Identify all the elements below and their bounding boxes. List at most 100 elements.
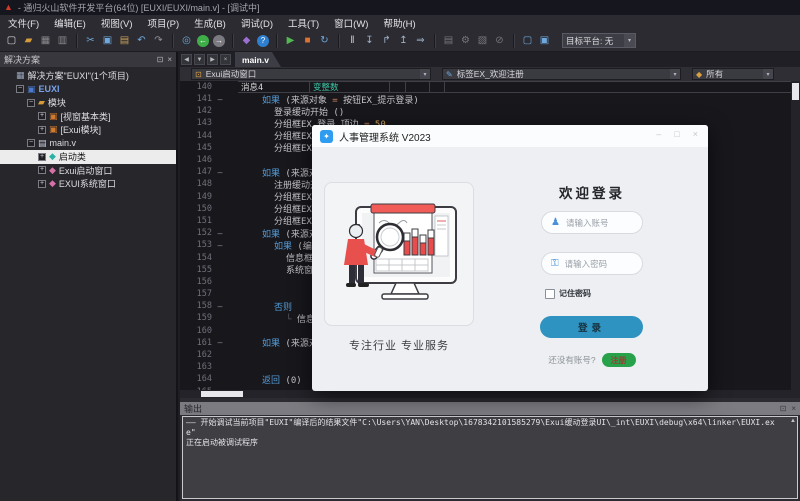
register-button[interactable]: 注册 bbox=[602, 353, 636, 367]
solution-explorer-title: 解决方案 bbox=[4, 53, 40, 66]
fold-marker[interactable]: — bbox=[212, 229, 228, 238]
menu-item-生成[interactable]: 生成(B) bbox=[194, 16, 226, 30]
collapse-icon[interactable]: − bbox=[27, 139, 35, 147]
password-input[interactable] bbox=[565, 259, 627, 269]
minimize-button[interactable]: – bbox=[656, 129, 661, 139]
close-icon[interactable]: × bbox=[791, 404, 796, 413]
dialog-title-bar[interactable]: ✦ 人事管理系统 V2023 bbox=[312, 125, 708, 147]
save-all-icon[interactable]: ▥ bbox=[55, 33, 70, 48]
find-icon[interactable]: ◎ bbox=[179, 33, 194, 48]
paste-icon[interactable]: ▤ bbox=[117, 33, 132, 48]
redo-icon[interactable]: ↷ bbox=[151, 33, 166, 48]
fold-marker[interactable]: — bbox=[212, 338, 228, 347]
menu-item-视图[interactable]: 视图(V) bbox=[101, 16, 133, 30]
new-file-icon[interactable]: ▢ bbox=[4, 33, 19, 48]
open-folder-icon[interactable]: ▰ bbox=[21, 33, 36, 48]
editor-vertical-scrollbar[interactable] bbox=[791, 81, 800, 390]
menu-item-工具[interactable]: 工具(T) bbox=[288, 16, 319, 30]
nav-forward-icon[interactable]: → bbox=[213, 35, 225, 47]
package-icon[interactable]: ▧ bbox=[475, 33, 490, 48]
remember-password-checkbox[interactable] bbox=[545, 289, 555, 299]
compile-icon[interactable]: ▤ bbox=[441, 33, 456, 48]
build-project-icon[interactable]: ⚙ bbox=[458, 33, 473, 48]
code-line-141[interactable]: 141—如果 (来源对象 = 按钮EX_提示登录) bbox=[180, 93, 800, 105]
scrollbar-thumb[interactable] bbox=[792, 83, 799, 100]
help-icon[interactable]: ? bbox=[257, 35, 269, 47]
tab-close-button[interactable]: × bbox=[220, 54, 231, 65]
pause-icon[interactable]: ‖ bbox=[345, 33, 360, 48]
variable-cell[interactable] bbox=[390, 81, 406, 93]
copy-icon[interactable]: ▣ bbox=[100, 33, 115, 48]
tree-item-EXUI系统窗口[interactable]: +◆EXUI系统窗口 bbox=[0, 177, 176, 191]
filter-dropdown[interactable]: ◆所有▾ bbox=[692, 68, 774, 80]
toolbar: ▢▰▦▥✂▣▤↶↷◎←→◆?▶■↻‖↧↱↥⇒▤⚙▧⊘▢▣目标平台: 无▾ bbox=[0, 30, 800, 52]
target-platform-dropdown[interactable]: 目标平台: 无▾ bbox=[562, 33, 636, 48]
tab-scroll-right-button[interactable]: ▶ bbox=[207, 54, 218, 65]
variable-cell[interactable] bbox=[430, 81, 445, 93]
variable-declaration-row[interactable]: 140 消息4 变整数 bbox=[180, 81, 800, 93]
stop-icon[interactable]: ■ bbox=[300, 33, 315, 48]
tree-item-启动类[interactable]: +◆启动类 bbox=[0, 150, 176, 164]
variable-name-cell[interactable]: 消息4 bbox=[238, 81, 310, 93]
tab-scroll-left-button[interactable]: ◀ bbox=[181, 54, 192, 65]
variable-cell[interactable] bbox=[406, 81, 430, 93]
restart-debug-icon[interactable]: ↻ bbox=[317, 33, 332, 48]
tree-item-EUXI[interactable]: −▣EUXI bbox=[0, 83, 176, 97]
step-out-icon[interactable]: ↥ bbox=[396, 33, 411, 48]
fold-marker[interactable]: — bbox=[212, 95, 228, 104]
clean-icon[interactable]: ⊘ bbox=[492, 33, 507, 48]
expand-icon[interactable]: + bbox=[38, 126, 46, 134]
account-input[interactable] bbox=[566, 218, 628, 228]
fold-marker[interactable]: — bbox=[212, 168, 228, 177]
menu-item-窗口[interactable]: 窗口(W) bbox=[334, 16, 368, 30]
tree-item-Exui启动窗口[interactable]: +◆Exui启动窗口 bbox=[0, 164, 176, 178]
cut-icon[interactable]: ✂ bbox=[83, 33, 98, 48]
undo-icon[interactable]: ↶ bbox=[134, 33, 149, 48]
expand-icon[interactable]: + bbox=[38, 112, 46, 120]
tree-item-解决方案"EUXI"(1个项目)[interactable]: ▦解决方案"EUXI"(1个项目) bbox=[0, 69, 176, 83]
line-number: 164 bbox=[180, 374, 212, 384]
run-icon[interactable]: ▶ bbox=[283, 33, 298, 48]
editor-horizontal-scrollbar[interactable] bbox=[180, 390, 791, 398]
menu-item-项目[interactable]: 项目(P) bbox=[147, 16, 179, 30]
build-icon[interactable]: ◆ bbox=[239, 33, 254, 48]
event-dropdown[interactable]: ✎标签EX_欢迎注册▾ bbox=[442, 68, 681, 80]
form-designer-icon[interactable]: ▢ bbox=[520, 33, 535, 48]
pin-icon[interactable]: ⊡ bbox=[157, 55, 164, 64]
tree-item-[Exui模块][interactable]: +▣[Exui模块] bbox=[0, 123, 176, 137]
close-button[interactable]: × bbox=[693, 129, 698, 139]
variable-cell[interactable] bbox=[445, 81, 800, 93]
scrollbar-thumb[interactable] bbox=[201, 391, 243, 397]
expand-icon[interactable]: + bbox=[38, 180, 46, 188]
close-icon[interactable]: × bbox=[167, 55, 172, 64]
step-over-icon[interactable]: ↱ bbox=[379, 33, 394, 48]
login-button[interactable]: 登录 bbox=[540, 316, 643, 338]
expand-icon[interactable]: + bbox=[38, 153, 46, 161]
code-view-icon[interactable]: ▣ bbox=[537, 33, 552, 48]
scroll-up-icon[interactable]: ▲ bbox=[790, 418, 796, 424]
menu-item-编辑[interactable]: 编辑(E) bbox=[54, 16, 86, 30]
tab-list-button[interactable]: ▼ bbox=[194, 54, 205, 65]
tab-main-v[interactable]: main.v bbox=[235, 52, 281, 67]
fold-marker[interactable]: — bbox=[212, 241, 228, 250]
tree-item-main.v[interactable]: −▤main.v bbox=[0, 137, 176, 151]
fold-marker[interactable]: — bbox=[212, 302, 228, 311]
menu-item-帮助[interactable]: 帮助(H) bbox=[383, 16, 415, 30]
collapse-icon[interactable]: − bbox=[27, 99, 35, 107]
run-to-cursor-icon[interactable]: ⇒ bbox=[413, 33, 428, 48]
save-icon[interactable]: ▦ bbox=[38, 33, 53, 48]
menu-item-文件[interactable]: 文件(F) bbox=[8, 16, 39, 30]
pin-icon[interactable]: ⊡ bbox=[780, 404, 787, 413]
tree-item-[视窗基本类][interactable]: +▣[视窗基本类] bbox=[0, 110, 176, 124]
expand-icon[interactable]: + bbox=[38, 166, 46, 174]
collapse-icon[interactable]: − bbox=[16, 85, 24, 93]
variable-type-cell[interactable]: 变整数 bbox=[310, 81, 390, 93]
object-dropdown[interactable]: ⊡Exui启动窗口▾ bbox=[191, 68, 431, 80]
step-into-icon[interactable]: ↧ bbox=[362, 33, 377, 48]
maximize-button[interactable]: □ bbox=[674, 129, 679, 139]
nav-back-icon[interactable]: ← bbox=[197, 35, 209, 47]
menu-item-调试[interactable]: 调试(D) bbox=[241, 16, 273, 30]
chevron-down-icon: ▾ bbox=[763, 69, 773, 79]
code-line-142[interactable]: 142登录缓动开始 () bbox=[180, 105, 800, 117]
tree-item-模块[interactable]: −▰模块 bbox=[0, 96, 176, 110]
